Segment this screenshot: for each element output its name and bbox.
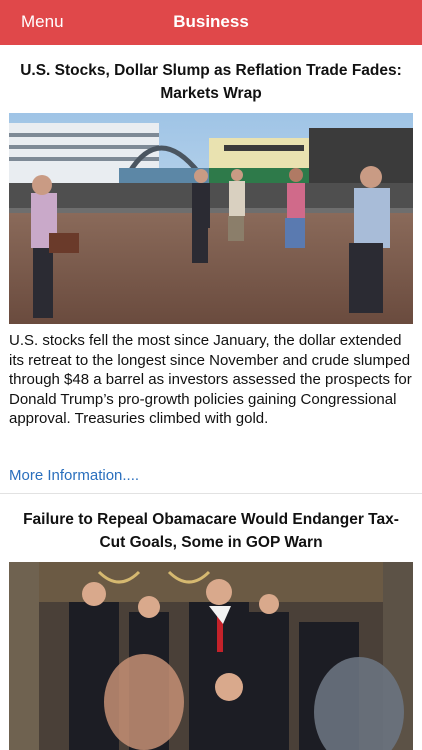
- article-divider: [0, 493, 422, 494]
- article-photo-harbor[interactable]: [9, 113, 413, 324]
- article-headline[interactable]: Failure to Repeal Obamacare Would Endang…: [0, 508, 422, 554]
- article-summary: U.S. stocks fell the most since January,…: [9, 332, 412, 427]
- politicians-image: [9, 562, 413, 750]
- more-information-link[interactable]: More Information....: [9, 467, 139, 484]
- top-navigation-bar: Menu Business: [0, 0, 422, 45]
- article-photo-capitol[interactable]: [9, 562, 413, 750]
- article-headline[interactable]: U.S. Stocks, Dollar Slump as Reflation T…: [0, 59, 422, 105]
- page-title: Business: [173, 12, 249, 31]
- harbor-street-image: [9, 113, 413, 324]
